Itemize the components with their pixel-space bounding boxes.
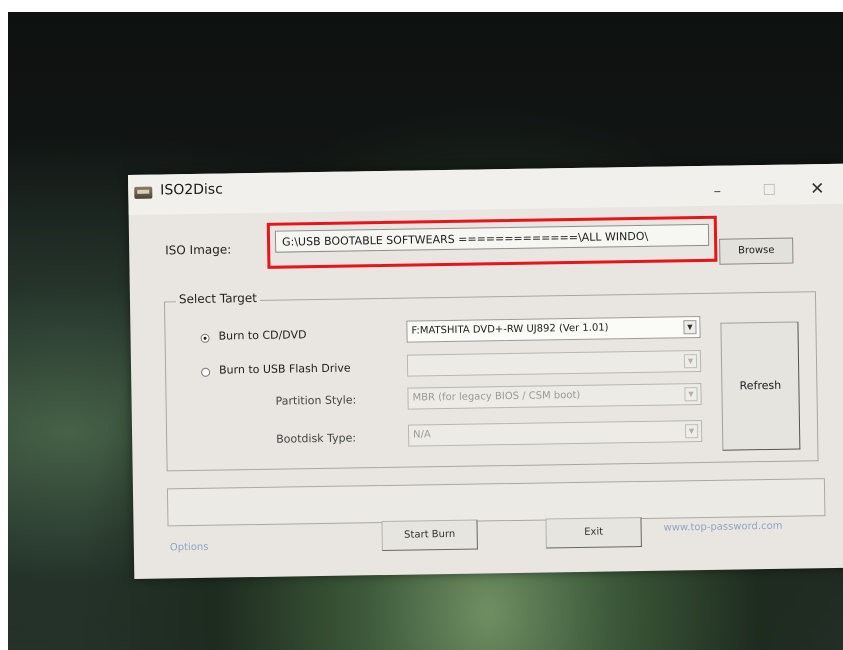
exit-button[interactable]: Exit: [545, 516, 642, 549]
highlight-box: [266, 215, 718, 269]
partition-style-label: Partition Style:: [275, 393, 357, 408]
select-target-label: Select Target: [175, 290, 261, 307]
browse-button[interactable]: Browse: [719, 237, 794, 265]
chevron-down-icon[interactable]: ▼: [684, 424, 699, 439]
iso2disc-window: ISO2Disc – ☐ ✕ ISO Image: G:\USB BOOTABL…: [128, 163, 843, 579]
burn-cd-radio[interactable]: [200, 333, 210, 343]
bootdisk-type-value: N/A: [413, 429, 431, 441]
maximize-button[interactable]: ☐: [752, 179, 786, 202]
cd-drive-select[interactable]: F:MATSHITA DVD+-RW UJ892 (Ver 1.01) ▼: [406, 316, 701, 343]
refresh-button[interactable]: Refresh: [720, 321, 801, 451]
burn-usb-label[interactable]: Burn to USB Flash Drive: [219, 362, 351, 377]
bootdisk-type-select[interactable]: N/A ▼: [407, 420, 703, 447]
burn-usb-radio[interactable]: [201, 367, 211, 377]
app-icon: [134, 186, 153, 199]
partition-style-value: MBR (for legacy BIOS / CSM boot): [412, 389, 581, 404]
chevron-down-icon[interactable]: ▼: [683, 354, 698, 369]
iso-image-label: ISO Image:: [165, 242, 232, 258]
options-link[interactable]: Options: [170, 542, 209, 554]
minimize-button[interactable]: –: [700, 179, 734, 202]
partition-style-select[interactable]: MBR (for legacy BIOS / CSM boot) ▼: [407, 383, 702, 410]
bootdisk-type-label: Bootdisk Type:: [276, 431, 357, 446]
status-area: [166, 478, 826, 527]
usb-drive-select[interactable]: ▼: [406, 350, 702, 377]
cd-drive-value: F:MATSHITA DVD+-RW UJ892 (Ver 1.01): [411, 322, 609, 337]
monitor-screen: ISO2Disc – ☐ ✕ ISO Image: G:\USB BOOTABL…: [8, 12, 843, 650]
close-button[interactable]: ✕: [800, 178, 834, 201]
window-title: ISO2Disc: [160, 181, 223, 199]
burn-cd-label[interactable]: Burn to CD/DVD: [218, 328, 306, 342]
chevron-down-icon[interactable]: ▼: [683, 320, 697, 335]
website-link[interactable]: www.top-password.com: [664, 521, 783, 534]
title-bar[interactable]: ISO2Disc – ☐ ✕: [128, 163, 843, 215]
start-burn-button[interactable]: Start Burn: [381, 519, 478, 552]
chevron-down-icon[interactable]: ▼: [684, 387, 698, 402]
